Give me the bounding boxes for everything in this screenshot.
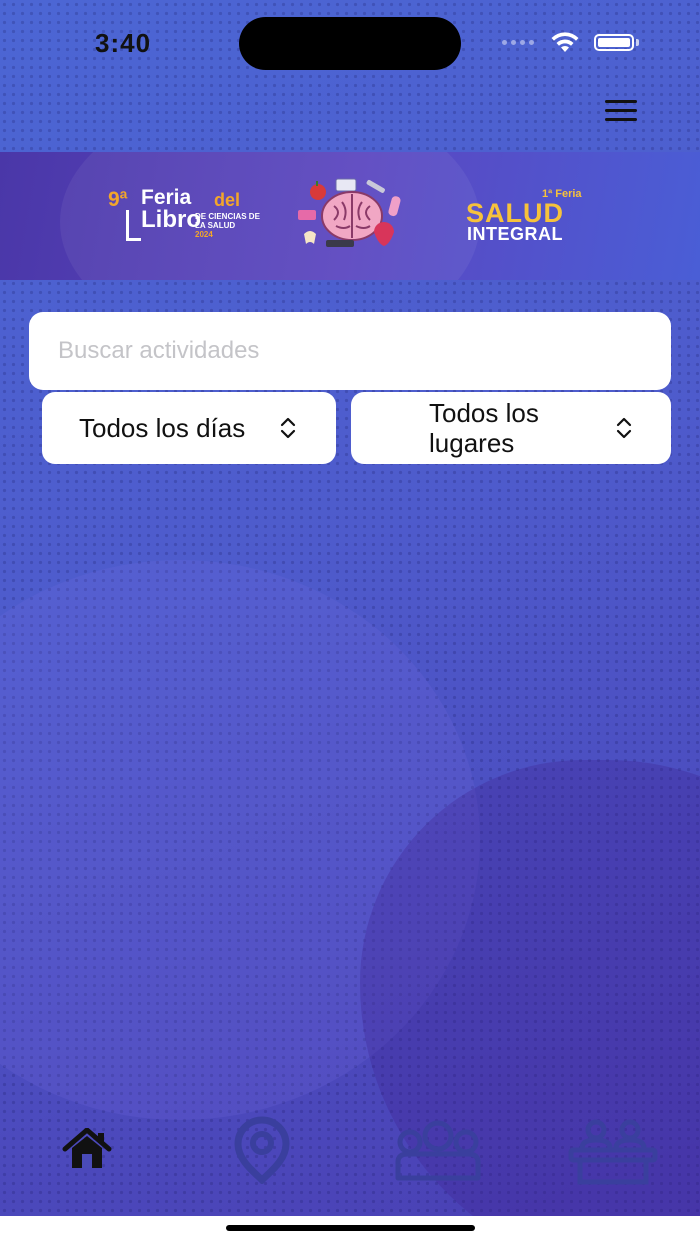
days-filter-select[interactable]: Todos los días xyxy=(42,392,336,464)
location-pin-icon[interactable] xyxy=(232,1116,292,1184)
chevron-up-down-icon xyxy=(616,417,632,439)
home-indicator[interactable] xyxy=(226,1225,475,1231)
search-input[interactable] xyxy=(29,312,671,390)
status-bar: 3:40 xyxy=(0,0,700,90)
brain-illustration-icon xyxy=(298,178,401,247)
hamburger-menu-icon[interactable] xyxy=(600,96,642,126)
wifi-icon xyxy=(551,32,579,52)
logo-year: 2024 xyxy=(195,230,213,239)
presenters-table-icon[interactable] xyxy=(568,1116,658,1186)
logo-subtitle: INTEGRAL xyxy=(467,224,563,244)
status-time: 3:40 xyxy=(95,28,152,58)
bottom-tab-bar xyxy=(0,1108,700,1198)
home-icon[interactable] xyxy=(62,1128,112,1170)
logo-word-del: del xyxy=(214,190,241,210)
group-icon[interactable] xyxy=(394,1120,482,1182)
dynamic-island xyxy=(239,17,461,70)
book-icon xyxy=(126,210,141,241)
battery-icon xyxy=(594,34,634,51)
app-screen: 3:40 9ª Feria del Libro DE CIENCIAS DE L… xyxy=(0,0,700,1216)
cellular-signal-icon xyxy=(502,40,534,45)
salud-integral-logo: 1ª Feria SALUD INTEGRAL xyxy=(466,188,596,244)
battery-cap xyxy=(636,39,639,46)
places-filter-label: Todos los lugares xyxy=(429,398,539,458)
days-filter-label: Todos los días xyxy=(79,413,246,443)
feria-del-libro-logo: 9ª Feria del Libro DE CIENCIAS DE LA SAL… xyxy=(108,186,260,244)
logo-word-libro: Libro xyxy=(141,206,201,233)
logo-number: 9ª xyxy=(108,188,128,211)
chevron-up-down-icon xyxy=(280,417,296,439)
logo-subtitle: DE CIENCIAS DE LA SALUD xyxy=(195,212,260,230)
places-filter-select[interactable]: Todos los lugares xyxy=(351,392,671,464)
